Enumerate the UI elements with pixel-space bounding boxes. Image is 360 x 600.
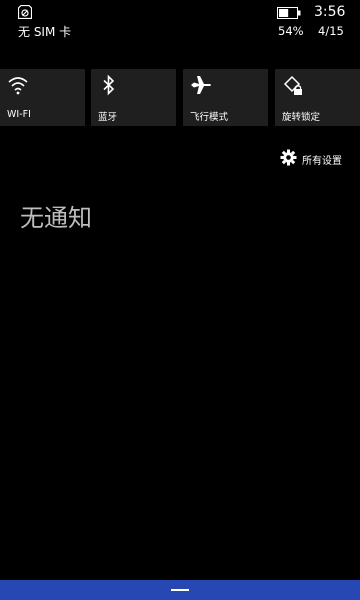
- all-settings-link[interactable]: 所有设置: [280, 148, 350, 168]
- airplane-mode-label: 飞行模式: [190, 112, 229, 123]
- rotation-lock-icon: [283, 75, 302, 95]
- airplane-icon: [191, 76, 211, 94]
- drag-handle-icon: [171, 589, 189, 591]
- all-settings-label: 所有设置: [302, 156, 342, 167]
- clock: 3:56: [314, 4, 346, 20]
- wifi-label: WI-FI: [7, 109, 31, 120]
- no-sim-icon: [18, 5, 32, 19]
- quick-actions: WI-FI 蓝牙 飞行模式 旋转锁定: [0, 69, 360, 126]
- battery-fill: [279, 9, 289, 17]
- carrier-label: 无 SIM 卡: [18, 25, 72, 39]
- airplane-mode-tile[interactable]: 飞行模式: [183, 69, 268, 126]
- wifi-icon: [8, 77, 28, 95]
- rotation-lock-tile[interactable]: 旋转锁定: [275, 69, 360, 126]
- battery-icon: [277, 7, 301, 19]
- wifi-tile[interactable]: WI-FI: [0, 69, 85, 126]
- bluetooth-icon: [103, 74, 115, 96]
- bluetooth-label: 蓝牙: [98, 112, 118, 123]
- action-center-handle[interactable]: [0, 580, 360, 600]
- gear-icon: [280, 149, 297, 166]
- rotation-lock-label: 旋转锁定: [282, 112, 321, 123]
- status-bar: 无 SIM 卡 3:56 54% 4/15: [0, 0, 360, 44]
- date: 4/15: [318, 24, 344, 38]
- no-notifications-text: 无通知: [20, 204, 92, 232]
- bluetooth-tile[interactable]: 蓝牙: [91, 69, 176, 126]
- battery-percent: 54%: [278, 24, 304, 38]
